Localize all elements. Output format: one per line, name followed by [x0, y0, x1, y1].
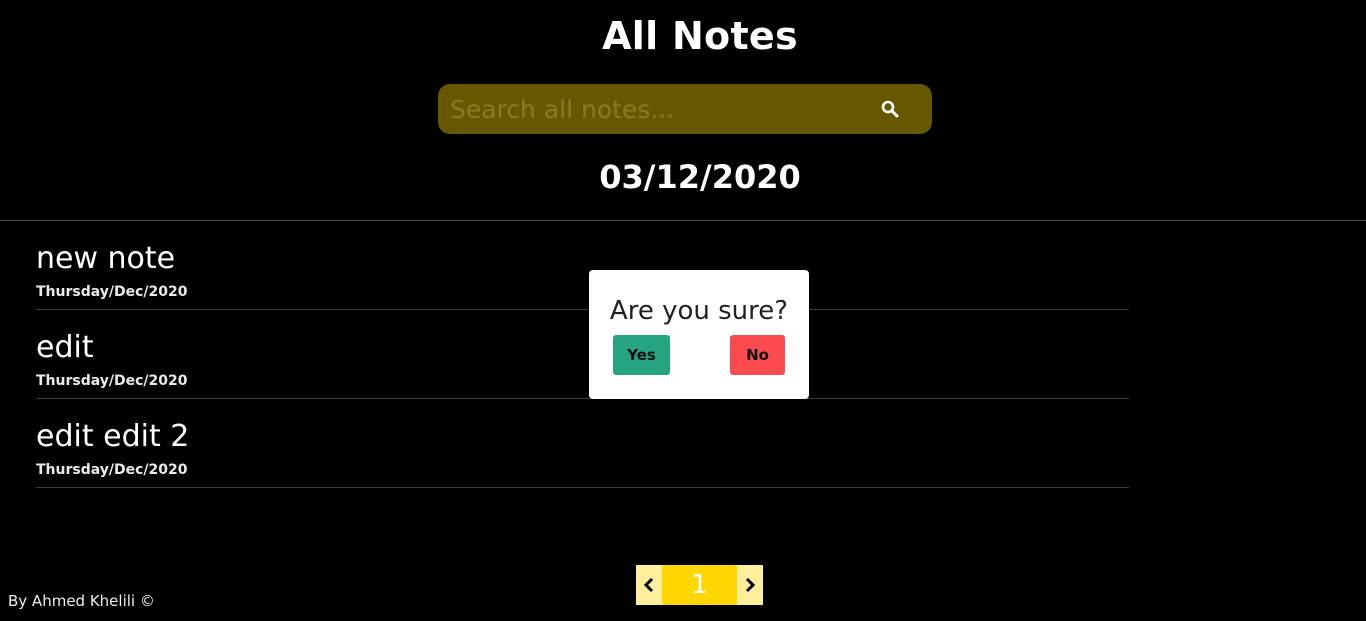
note-date: Thursday/Dec/2020 [36, 462, 188, 478]
next-page-button[interactable] [737, 565, 763, 605]
notes-list: new note Thursday/Dec/2020 edit Thursday… [36, 221, 1129, 488]
no-button[interactable]: No [730, 335, 785, 375]
note-item[interactable]: edit Thursday/Dec/2020 [36, 310, 1129, 399]
date-heading: 03/12/2020 [599, 158, 801, 196]
note-date: Thursday/Dec/2020 [36, 373, 188, 389]
current-page[interactable]: 1 [662, 565, 737, 605]
note-item[interactable]: edit edit 2 Thursday/Dec/2020 [36, 399, 1129, 488]
search-bar [438, 84, 932, 134]
search-icon[interactable] [848, 84, 932, 134]
note-title: edit edit 2 [36, 419, 190, 454]
footer-credit: By Ahmed Khelili © [8, 592, 155, 610]
search-input[interactable] [438, 84, 848, 134]
confirm-question: Are you sure? [609, 296, 789, 326]
chevron-right-icon [745, 577, 756, 593]
prev-page-button[interactable] [636, 565, 662, 605]
note-title: edit [36, 330, 94, 365]
chevron-left-icon [643, 577, 654, 593]
note-item[interactable]: new note Thursday/Dec/2020 [36, 221, 1129, 310]
confirm-dialog: Are you sure? Yes No [589, 270, 809, 399]
note-title: new note [36, 241, 176, 276]
page-title: All Notes [602, 14, 798, 58]
yes-button[interactable]: Yes [613, 335, 670, 375]
pagination: 1 [636, 565, 763, 605]
note-date: Thursday/Dec/2020 [36, 284, 188, 300]
